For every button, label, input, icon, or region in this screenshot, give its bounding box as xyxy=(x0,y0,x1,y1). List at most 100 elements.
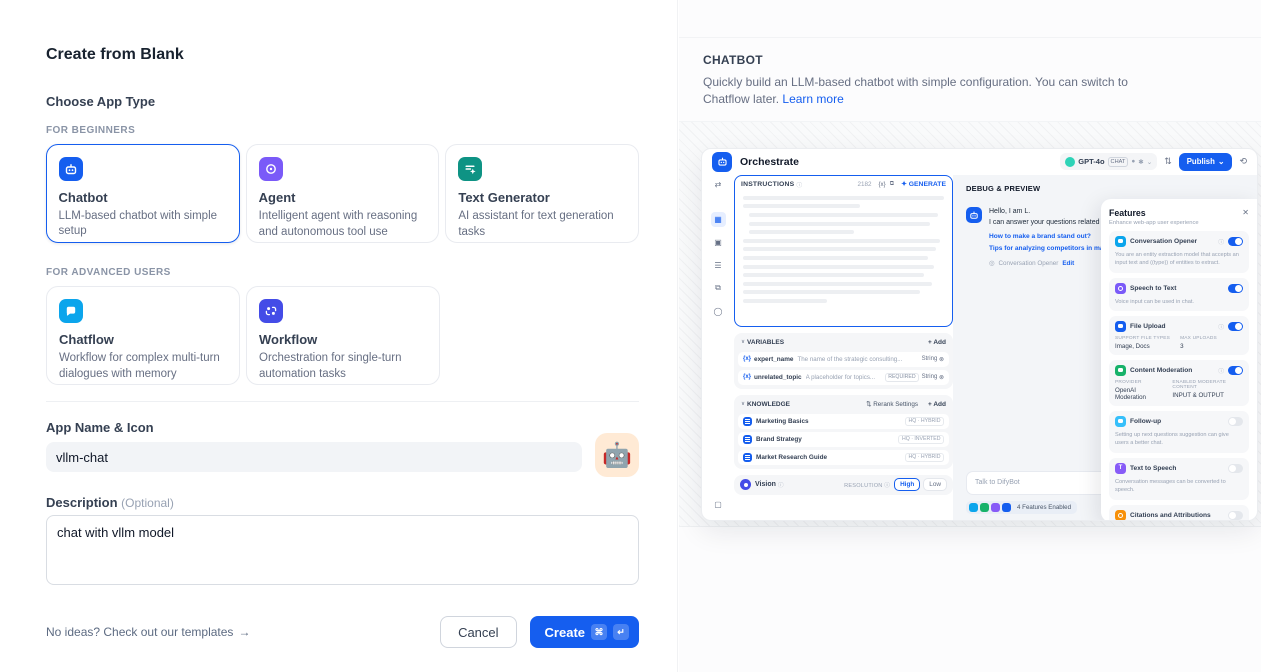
doc-nav-icon: ☰ xyxy=(711,258,726,273)
description-label: Description xyxy=(46,495,118,510)
feature-conversation-opener: Conversation Opener ⓘ You are an entity … xyxy=(1109,231,1249,273)
vision-icon xyxy=(740,479,751,490)
app-icon-picker[interactable]: 🤖 xyxy=(595,433,639,477)
variable-row: {x} expert_name The name of the strategi… xyxy=(738,352,949,367)
knowledge-header: ∨ KNOWLEDGE ⇅ Rerank Settings + Add xyxy=(738,398,949,411)
card-title: Chatbot xyxy=(59,190,228,205)
create-button[interactable]: Create ⌘ ↵ xyxy=(530,616,639,648)
publish-button: Publish ⌄ xyxy=(1179,153,1233,171)
mic-icon: ● xyxy=(1131,158,1135,165)
bot-avatar-icon xyxy=(966,207,982,223)
close-icon: ✕ xyxy=(1242,208,1249,217)
preview-body: ⇄ ▦ ▣ ☰ ⧉ ◯ ▢ INSTRUCTIONS ⓘ 21 xyxy=(702,175,1257,521)
app-type-card-chatbot[interactable]: Chatbot LLM-based chatbot with simple se… xyxy=(46,144,240,243)
preview-sidebar: ⇄ ▦ ▣ ☰ ⧉ ◯ ▢ xyxy=(702,175,734,521)
edit-opener-link: Edit xyxy=(1062,260,1074,267)
document-icon xyxy=(743,453,752,462)
knowledge-row: Market Research Guide HQ · HYBRID xyxy=(738,450,949,465)
app-type-card-workflow[interactable]: Workflow Orchestration for single-turn a… xyxy=(246,286,440,385)
app-type-card-chatflow[interactable]: Chatflow Workflow for complex multi-turn… xyxy=(46,286,240,385)
app-type-info-panel: CHATBOT Quickly build an LLM-based chatb… xyxy=(679,0,1261,672)
workflow-icon xyxy=(259,299,283,323)
beginner-cards-row: Chatbot LLM-based chatbot with simple se… xyxy=(46,144,639,243)
modal-footer: No ideas? Check out our templates → Canc… xyxy=(46,616,639,648)
card-title: Agent xyxy=(259,190,427,205)
optional-toggle-icon: ⊗ xyxy=(937,374,944,381)
sliders-icon: ⇅ xyxy=(1164,156,1172,167)
preview-main-column: INSTRUCTIONS ⓘ 2182 {x} ⧉ ✦ GENERATE xyxy=(734,175,953,521)
arrow-right-icon: → xyxy=(238,625,250,639)
feature-content-moderation: Content Moderation ⓘ PROVIDER OpenAI Mod… xyxy=(1109,360,1249,406)
card-desc: AI assistant for text generation tasks xyxy=(458,209,626,240)
follow-up-icon xyxy=(1115,416,1126,427)
knowledge-row: Marketing Basics HQ · HYBRID xyxy=(738,414,949,429)
toggle-off xyxy=(1228,464,1243,473)
opener-icon: ◎ xyxy=(989,260,995,267)
app-type-card-text-generator[interactable]: Text Generator AI assistant for text gen… xyxy=(445,144,639,243)
greeting-line1: Hello, I am L. xyxy=(989,207,1117,218)
text-generator-icon xyxy=(458,157,482,181)
variable-icon: {x} xyxy=(743,374,751,380)
modal-title: Create from Blank xyxy=(46,46,639,64)
info-icon: ⓘ xyxy=(796,180,802,189)
app-type-card-agent[interactable]: Agent Intelligent agent with reasoning a… xyxy=(246,144,440,243)
citations-icon xyxy=(1115,510,1126,521)
rerank-settings-button: ⇅ Rerank Settings xyxy=(866,401,918,408)
knowledge-row: Brand Strategy HQ · INVERTED xyxy=(738,432,949,447)
features-subtitle: Enhance web-app user experience xyxy=(1109,220,1249,226)
chatbot-preview-image: Orchestrate GPT-4o CHAT ● ✱ ⌄ ⇅ Publish … xyxy=(701,148,1258,521)
feature-file-upload: File Upload ⓘ SUPPORT FILE TYPES Image, … xyxy=(1109,316,1249,355)
for-advanced-users-label: FOR ADVANCED USERS xyxy=(46,267,639,278)
conversation-opener-icon xyxy=(1115,236,1126,247)
vision-row: Vision ⓘ RESOLUTION ⓘ High Low xyxy=(734,475,953,495)
speech-feature-icon xyxy=(991,503,1000,512)
info-icon: ⓘ xyxy=(778,480,784,489)
features-panel: Features ✕ Enhance web-app user experien… xyxy=(1101,199,1257,521)
card-title: Workflow xyxy=(259,332,427,347)
card-desc: Workflow for complex multi-turn dialogue… xyxy=(59,351,227,382)
moderation-feature-icon xyxy=(980,503,989,512)
suggested-question: How to make a brand stand out? xyxy=(989,233,1091,240)
description-input[interactable]: chat with vllm model xyxy=(46,515,639,585)
globe-nav-icon: ◯ xyxy=(711,304,726,319)
orchestrate-nav-icon: ▦ xyxy=(711,212,726,227)
chatflow-icon xyxy=(59,299,83,323)
templates-link[interactable]: No ideas? Check out our templates → xyxy=(46,625,250,639)
toggle-off xyxy=(1228,417,1243,426)
instructions-header: INSTRUCTIONS ⓘ 2182 {x} ⧉ ✦ GENERATE xyxy=(735,176,952,189)
cancel-button[interactable]: Cancel xyxy=(440,616,516,648)
optional-toggle-icon: ⊗ xyxy=(937,356,944,363)
char-count: 2182 xyxy=(857,181,871,188)
toggle-on xyxy=(1228,366,1243,375)
debug-preview-title: DEBUG & PREVIEW xyxy=(966,184,1257,193)
history-icon: ⟲ xyxy=(1239,156,1247,167)
knowledge-section: ∨ KNOWLEDGE ⇅ Rerank Settings + Add Mark… xyxy=(734,395,953,469)
agent-icon xyxy=(259,157,283,181)
opener-label: Conversation Opener xyxy=(999,260,1059,267)
create-app-modal: Create from Blank Choose App Type FOR BE… xyxy=(0,0,678,672)
app-name-input[interactable] xyxy=(46,442,582,472)
variable-icon: {x} xyxy=(743,356,751,362)
card-desc: Intelligent agent with reasoning and aut… xyxy=(259,209,427,240)
chevron-down-icon: ∨ xyxy=(741,339,745,345)
chatbot-icon xyxy=(59,157,83,181)
features-enabled-badge: 4 Features Enabled xyxy=(966,501,1077,514)
cmd-key-icon: ⌘ xyxy=(591,624,607,640)
swap-icon: ⇄ xyxy=(711,177,726,192)
instructions-placeholder-lines xyxy=(735,189,952,310)
file-upload-icon xyxy=(1115,321,1126,332)
section-divider xyxy=(46,401,639,402)
info-icon: ⓘ xyxy=(1218,237,1224,246)
toggle-off xyxy=(1228,511,1243,520)
speech-to-text-icon xyxy=(1115,283,1126,294)
robot-emoji-icon: 🤖 xyxy=(602,441,632,470)
description-optional-label: (Optional) xyxy=(121,496,174,510)
learn-more-link[interactable]: Learn more xyxy=(782,92,843,106)
chatbot-info-block: CHATBOT Quickly build an LLM-based chatb… xyxy=(679,38,1261,121)
feature-citations: Citations and Attributions Show source d… xyxy=(1109,505,1249,521)
model-provider-icon xyxy=(1065,157,1075,167)
advanced-cards-row: Chatflow Workflow for complex multi-turn… xyxy=(46,286,639,385)
add-knowledge-button: + Add xyxy=(928,401,946,408)
feature-speech-to-text: Speech to Text Voice input can be used i… xyxy=(1109,278,1249,311)
chatbot-info-description: Quickly build an LLM-based chatbot with … xyxy=(703,74,1141,109)
